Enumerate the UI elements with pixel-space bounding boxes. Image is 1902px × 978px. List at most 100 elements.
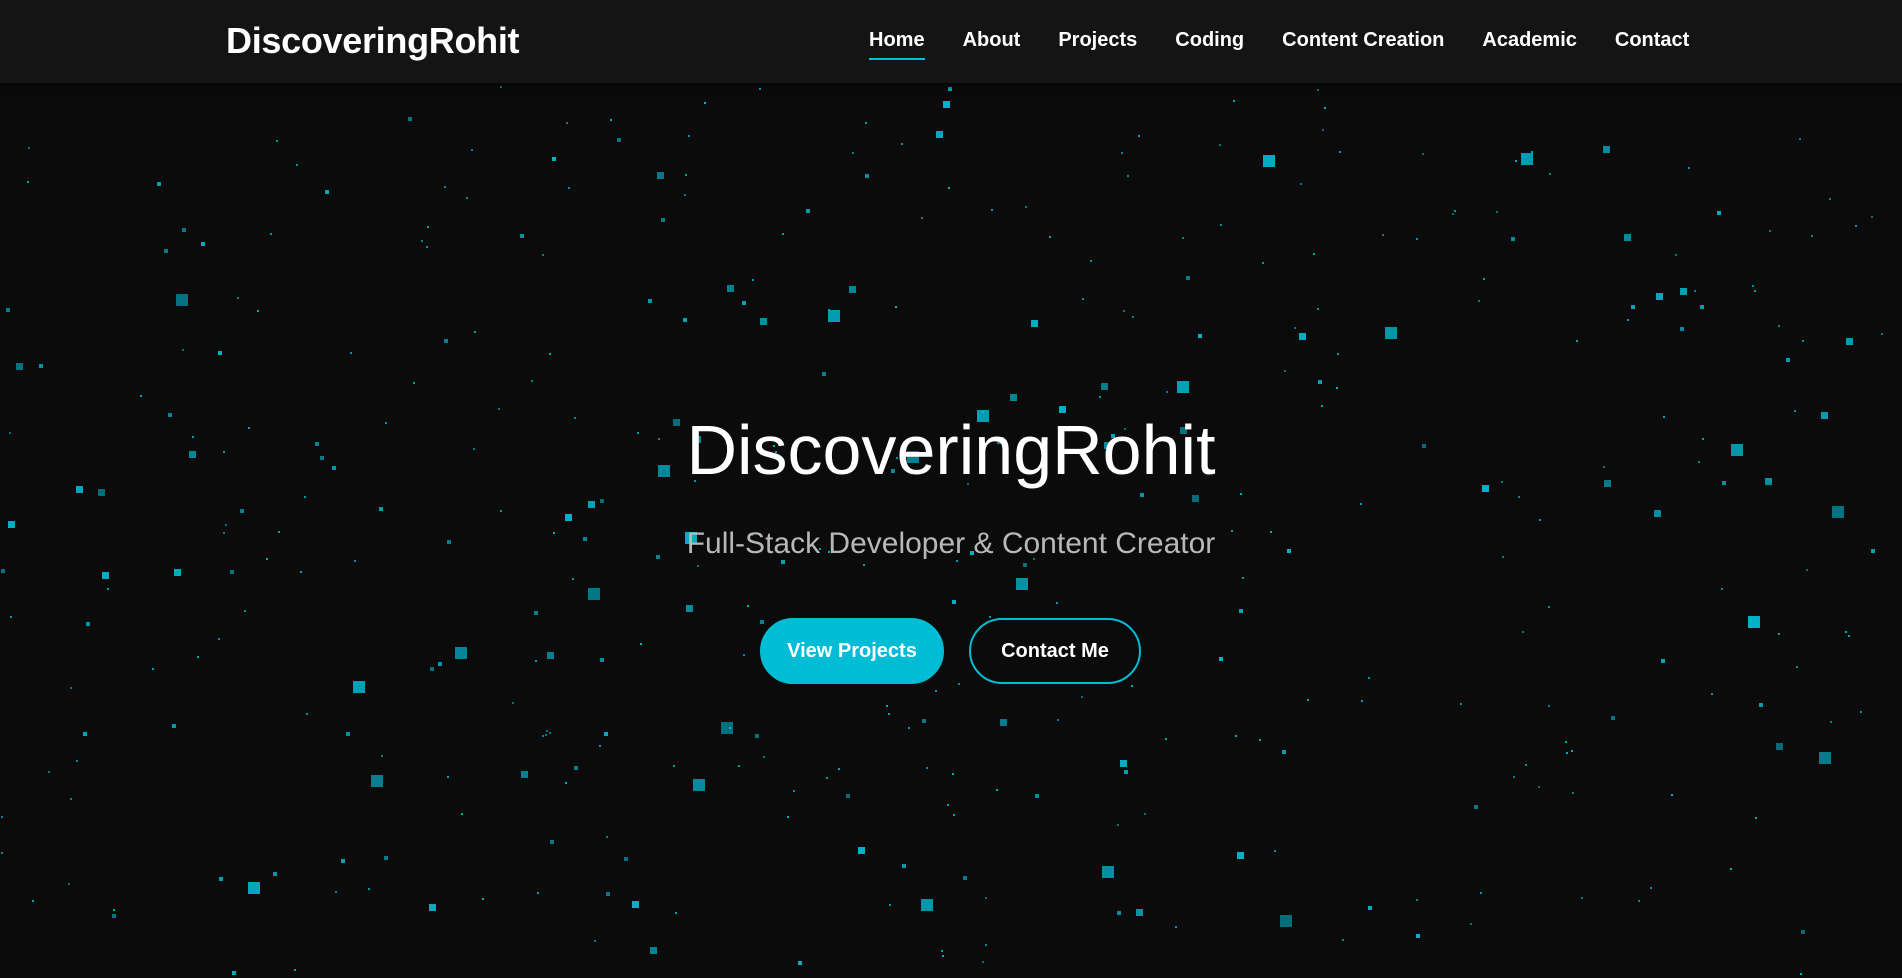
brand-logo[interactable]: DiscoveringRohit <box>226 20 520 62</box>
particle <box>1131 315 1134 318</box>
particle <box>792 789 795 792</box>
particle <box>1090 259 1093 262</box>
particle <box>429 903 437 911</box>
particle <box>951 772 954 775</box>
particle <box>996 788 999 791</box>
particle <box>687 134 690 137</box>
particle <box>293 969 296 972</box>
particle <box>48 770 50 773</box>
particle <box>988 616 991 618</box>
particle <box>1335 386 1338 389</box>
particle <box>1548 704 1550 707</box>
nav-link-coding[interactable]: Coding <box>1175 29 1244 52</box>
particle <box>1565 751 1568 754</box>
nav-link-about[interactable]: About <box>963 29 1021 52</box>
particle <box>948 186 951 189</box>
particle <box>1805 569 1808 572</box>
particle <box>1623 233 1631 241</box>
particle <box>686 604 694 612</box>
particle <box>1801 339 1804 342</box>
nav-link-content-creation[interactable]: Content Creation <box>1282 29 1444 52</box>
particle <box>1368 905 1372 910</box>
particle <box>798 961 803 966</box>
particle <box>759 317 767 325</box>
particle <box>1776 743 1784 751</box>
contact-me-button[interactable]: Contact Me <box>969 618 1141 684</box>
nav-link-contact[interactable]: Contact <box>1615 29 1689 52</box>
particle <box>5 307 10 312</box>
particle <box>1786 357 1791 362</box>
particle <box>1239 609 1244 614</box>
particle <box>1233 99 1236 102</box>
particle <box>1627 319 1630 322</box>
nav-link-academic[interactable]: Academic <box>1482 29 1577 52</box>
particle <box>672 764 675 767</box>
particle <box>1564 741 1567 744</box>
particle <box>1117 910 1122 915</box>
particle <box>729 726 732 729</box>
particle <box>549 839 554 844</box>
particle <box>962 876 967 880</box>
particle <box>1239 493 1242 496</box>
particle <box>172 724 177 729</box>
particle <box>1769 230 1772 233</box>
particle <box>1832 506 1845 518</box>
view-projects-button[interactable]: View Projects <box>760 618 944 684</box>
particle <box>1753 290 1756 292</box>
particle <box>1324 107 1327 110</box>
particle <box>232 970 237 975</box>
particle <box>1137 134 1140 137</box>
particle <box>1361 700 1364 703</box>
particle <box>674 911 677 914</box>
particle <box>367 887 370 890</box>
nav-link-home[interactable]: Home <box>869 29 925 60</box>
particle <box>1717 211 1722 216</box>
particle <box>1602 145 1610 153</box>
particle <box>1671 793 1674 796</box>
particle <box>696 564 699 567</box>
particle <box>548 731 551 734</box>
particle <box>1139 492 1144 497</box>
particle <box>1186 276 1190 281</box>
particle <box>1382 234 1385 237</box>
particle <box>573 765 578 770</box>
particle <box>1280 915 1293 927</box>
particle <box>1675 254 1678 257</box>
particle <box>1219 656 1223 661</box>
particle <box>1081 695 1084 698</box>
particle <box>936 130 944 138</box>
particle <box>443 339 448 344</box>
particle <box>1237 851 1244 859</box>
particle <box>175 294 188 306</box>
particle <box>865 173 869 178</box>
particle <box>1517 496 1520 499</box>
particle <box>1165 390 1168 393</box>
particle <box>1845 631 1847 634</box>
particle <box>782 232 785 235</box>
particle <box>1478 299 1481 302</box>
particle <box>163 248 168 253</box>
nav-link-projects[interactable]: Projects <box>1058 29 1137 52</box>
particle <box>1144 812 1147 815</box>
particle <box>545 733 548 736</box>
particle <box>474 330 477 333</box>
particle <box>10 615 13 618</box>
particle <box>951 599 956 604</box>
particle <box>947 803 949 806</box>
particle <box>1710 693 1713 696</box>
particle <box>1030 319 1038 327</box>
particle <box>1721 588 1724 591</box>
particle <box>69 687 72 689</box>
particle <box>102 571 110 579</box>
particle <box>1679 288 1687 296</box>
particle <box>957 683 960 686</box>
particle <box>1165 737 1168 740</box>
particle <box>1798 138 1801 140</box>
particle <box>565 514 573 522</box>
particle <box>1871 215 1874 218</box>
particle <box>1023 562 1028 567</box>
particle <box>511 701 514 704</box>
particle <box>1511 237 1516 242</box>
particle <box>378 506 383 511</box>
particle <box>1126 174 1129 177</box>
